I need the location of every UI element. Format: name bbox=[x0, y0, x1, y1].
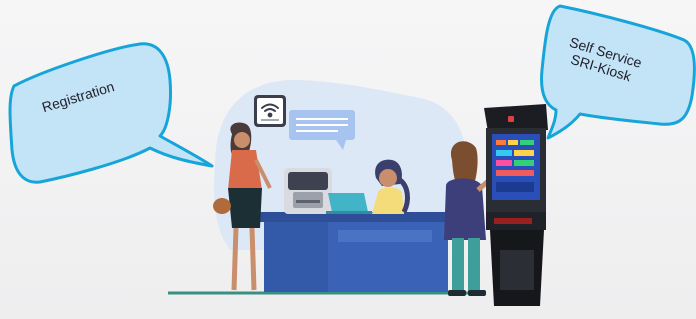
kiosk-screen-icon bbox=[492, 134, 540, 200]
self-service-kiosk bbox=[484, 104, 548, 306]
registration-counter bbox=[258, 212, 450, 292]
registration-bubble bbox=[8, 42, 214, 184]
printer-icon bbox=[284, 168, 332, 214]
wifi-sign bbox=[254, 95, 286, 127]
